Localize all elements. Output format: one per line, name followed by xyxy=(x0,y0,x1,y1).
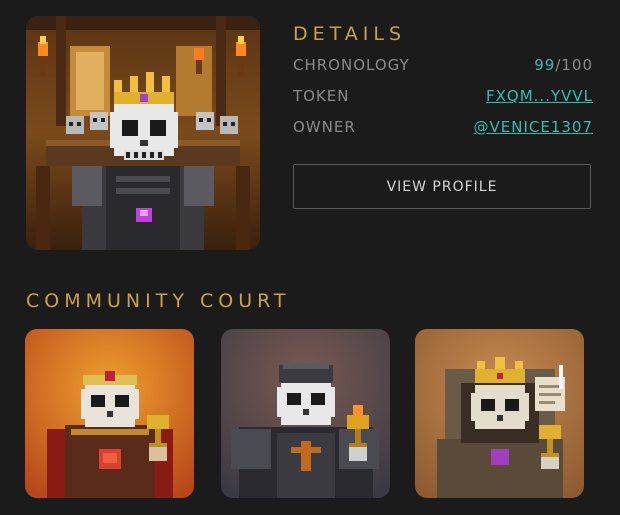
community-card-hooded-king[interactable] xyxy=(415,329,584,498)
chronology-max: /100 xyxy=(555,56,593,74)
chronology-value: 99/100 xyxy=(534,56,593,74)
community-card-dark-knight[interactable] xyxy=(221,329,390,498)
view-profile-button[interactable]: VIEW PROFILE xyxy=(293,164,591,209)
token-link[interactable]: FXQM...YVVL xyxy=(486,87,593,105)
chronology-score: 99 xyxy=(534,56,556,74)
owner-row: OWNER @VENICE1307 xyxy=(293,118,593,149)
chronology-row: CHRONOLOGY 99/100 xyxy=(293,56,593,87)
owner-label: OWNER xyxy=(293,118,356,136)
details-heading: DETAILS xyxy=(293,23,407,45)
owner-link[interactable]: @VENICE1307 xyxy=(473,118,593,136)
community-card-red-king[interactable] xyxy=(25,329,194,498)
chronology-label: CHRONOLOGY xyxy=(293,56,410,74)
token-row: TOKEN FXQM...YVVL xyxy=(293,87,593,118)
community-court-heading: COMMUNITY COURT xyxy=(26,290,291,312)
featured-skeleton-king-image xyxy=(26,16,260,250)
token-label: TOKEN xyxy=(293,87,350,105)
details-panel: DETAILS CHRONOLOGY 99/100 TOKEN FXQM...Y… xyxy=(293,22,593,149)
